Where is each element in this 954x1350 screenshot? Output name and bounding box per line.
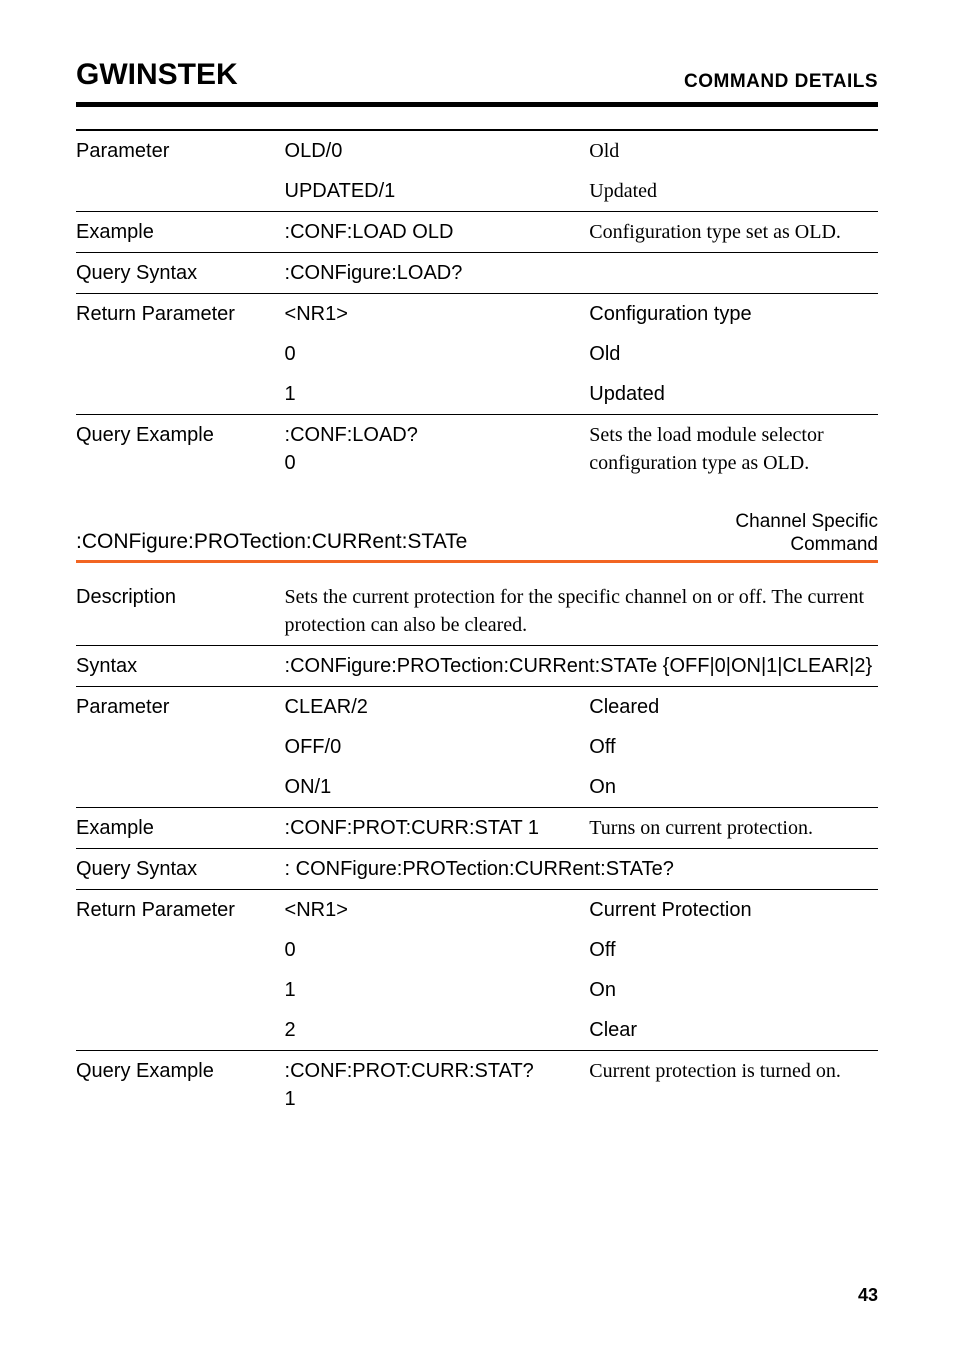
row-mid: 0 (285, 334, 590, 374)
page-title: COMMAND DETAILS (684, 69, 878, 96)
row-right: Turns on current protection. (589, 807, 878, 848)
row-label (76, 374, 285, 415)
row-label: Query Syntax (76, 848, 285, 889)
table-row: Query Syntax: CONFigure:PROTection:CURRe… (76, 848, 878, 889)
row-label (76, 1010, 285, 1051)
row-mid: :CONF:PROT:CURR:STAT 1 (285, 807, 590, 848)
table-row: 2Clear (76, 1010, 878, 1051)
row-label: Description (76, 577, 285, 646)
row-right: Sets the load module selector configurat… (589, 415, 878, 484)
row-mid: <NR1> (285, 294, 590, 335)
row-mid: OFF/0 (285, 727, 590, 767)
row-label: Return Parameter (76, 889, 285, 930)
command-type-line1: Channel Specific (735, 511, 878, 534)
row-right: On (589, 970, 878, 1010)
row-right: Old (589, 130, 878, 171)
page-header: GWINSTEK COMMAND DETAILS (76, 54, 878, 107)
row-right: Current protection is turned on. (589, 1050, 878, 1119)
row-label: Parameter (76, 686, 285, 727)
row-mid: :CONF:PROT:CURR:STAT? 1 (285, 1050, 590, 1119)
command-table-2: DescriptionSets the current protection f… (76, 577, 878, 1119)
row-value: :CONFigure:LOAD? (285, 253, 878, 294)
table-row: Return Parameter<NR1>Configuration type (76, 294, 878, 335)
row-right: Updated (589, 171, 878, 212)
row-label: Query Syntax (76, 253, 285, 294)
command-table-1: ParameterOLD/0OldUPDATED/1UpdatedExample… (76, 129, 878, 483)
table-row: Query Syntax:CONFigure:LOAD? (76, 253, 878, 294)
row-label (76, 171, 285, 212)
row-label: Query Example (76, 1050, 285, 1119)
row-mid: 0 (285, 930, 590, 970)
row-right: Configuration type (589, 294, 878, 335)
row-label (76, 930, 285, 970)
row-right: On (589, 767, 878, 808)
table-row: Example:CONF:PROT:CURR:STAT 1Turns on cu… (76, 807, 878, 848)
row-mid: ON/1 (285, 767, 590, 808)
row-label: Parameter (76, 130, 285, 171)
row-mid: :CONF:LOAD? 0 (285, 415, 590, 484)
row-label: Return Parameter (76, 294, 285, 335)
row-mid: :CONF:LOAD OLD (285, 212, 590, 253)
row-label: Syntax (76, 645, 285, 686)
row-mid: 1 (285, 374, 590, 415)
row-right: Cleared (589, 686, 878, 727)
row-right: Old (589, 334, 878, 374)
table-row: ParameterOLD/0Old (76, 130, 878, 171)
row-value: : CONFigure:PROTection:CURRent:STATe? (285, 848, 878, 889)
table-row: UPDATED/1Updated (76, 171, 878, 212)
row-label (76, 767, 285, 808)
row-right: Clear (589, 1010, 878, 1051)
row-label (76, 970, 285, 1010)
row-description: Sets the current protection for the spec… (285, 577, 878, 646)
row-label: Example (76, 807, 285, 848)
table-row: Syntax:CONFigure:PROTection:CURRent:STAT… (76, 645, 878, 686)
row-mid: CLEAR/2 (285, 686, 590, 727)
table-row: 1On (76, 970, 878, 1010)
section-heading: :CONFigure:PROTection:CURRent:STATe Chan… (76, 511, 878, 563)
row-right: Off (589, 727, 878, 767)
row-value: :CONFigure:PROTection:CURRent:STATe {OFF… (285, 645, 878, 686)
brand-logo: GWINSTEK (76, 54, 238, 96)
row-mid: 2 (285, 1010, 590, 1051)
row-right: Updated (589, 374, 878, 415)
row-label (76, 334, 285, 374)
row-mid: 1 (285, 970, 590, 1010)
table-row: 0Old (76, 334, 878, 374)
row-right: Current Protection (589, 889, 878, 930)
page-number: 43 (858, 1283, 878, 1308)
command-type: Channel Specific Command (735, 511, 878, 557)
row-mid: UPDATED/1 (285, 171, 590, 212)
row-label: Query Example (76, 415, 285, 484)
table-row: Query Example:CONF:PROT:CURR:STAT? 1Curr… (76, 1050, 878, 1119)
table-row: Return Parameter<NR1>Current Protection (76, 889, 878, 930)
table-row: Query Example:CONF:LOAD? 0Sets the load … (76, 415, 878, 484)
row-right: Configuration type set as OLD. (589, 212, 878, 253)
row-mid: <NR1> (285, 889, 590, 930)
row-right: Off (589, 930, 878, 970)
command-name: :CONFigure:PROTection:CURRent:STATe (76, 527, 467, 556)
command-type-line2: Command (735, 534, 878, 557)
table-row: OFF/0Off (76, 727, 878, 767)
table-row: 0Off (76, 930, 878, 970)
table-row: Example:CONF:LOAD OLDConfiguration type … (76, 212, 878, 253)
row-label: Example (76, 212, 285, 253)
table-row: DescriptionSets the current protection f… (76, 577, 878, 646)
row-mid: OLD/0 (285, 130, 590, 171)
table-row: ParameterCLEAR/2Cleared (76, 686, 878, 727)
table-row: ON/1On (76, 767, 878, 808)
table-row: 1Updated (76, 374, 878, 415)
row-label (76, 727, 285, 767)
